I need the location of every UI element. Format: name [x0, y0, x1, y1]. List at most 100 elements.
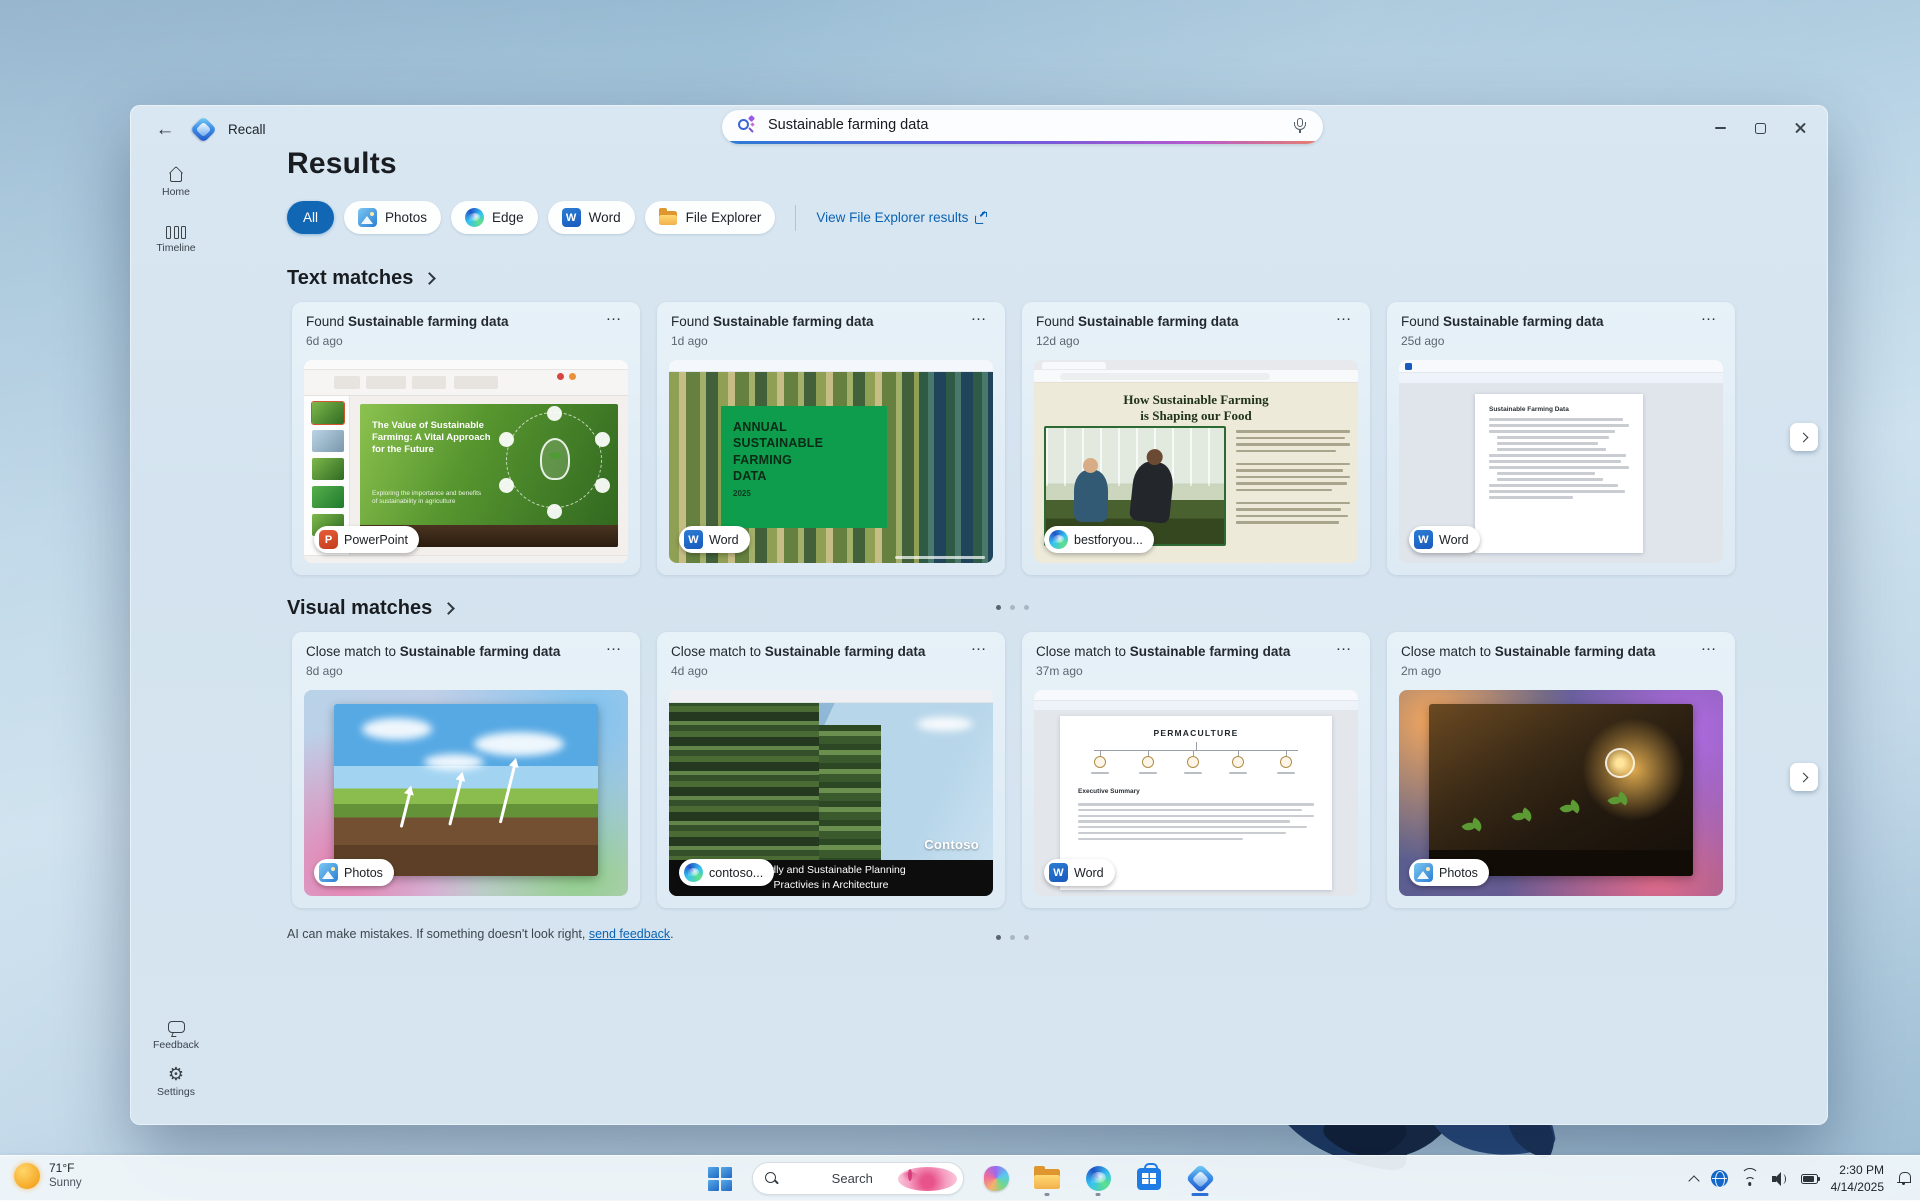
- chevron-right-icon[interactable]: [442, 602, 455, 615]
- sidebar-item-home[interactable]: Home: [148, 167, 204, 198]
- document-subheading: Executive Summary: [1078, 788, 1140, 795]
- card-age: 8d ago: [306, 664, 343, 678]
- caption-line: iendly and Sustainable Planning: [756, 863, 905, 878]
- result-card-powerpoint[interactable]: Found Sustainable farming data … 6d ago …: [292, 302, 640, 575]
- recall-taskbar-button[interactable]: [1181, 1160, 1219, 1198]
- sidebar-feedback-label: Feedback: [148, 1039, 204, 1051]
- result-card-word-permaculture[interactable]: Close match to Sustainable farming data …: [1022, 632, 1370, 908]
- battery-icon[interactable]: [1801, 1174, 1818, 1184]
- badge-label: Word: [1074, 866, 1104, 880]
- badge-label: Photos: [344, 866, 383, 880]
- more-options-button[interactable]: …: [600, 304, 628, 328]
- more-options-button[interactable]: …: [600, 634, 628, 658]
- annual-report-cover: ANNUAL SUSTAINABLE FARMING DATA 2025: [721, 406, 887, 528]
- taskbar: 71°F Sunny Search: [0, 1155, 1920, 1200]
- badge-label: contoso...: [709, 866, 763, 880]
- taskbar-center: Search: [701, 1156, 1219, 1201]
- tray-network-globe-icon[interactable]: [1711, 1170, 1728, 1187]
- result-card-word-doc[interactable]: Found Sustainable farming data … 25d ago…: [1387, 302, 1735, 575]
- sidebar-item-timeline[interactable]: Timeline: [148, 223, 204, 254]
- filter-chip-file-explorer[interactable]: File Explorer: [645, 201, 776, 234]
- minimize-button[interactable]: [1700, 113, 1740, 143]
- more-options-button[interactable]: …: [1330, 634, 1358, 658]
- app-badge: contoso...: [679, 859, 774, 886]
- close-button[interactable]: [1780, 113, 1820, 143]
- view-file-explorer-results-link[interactable]: View File Explorer results: [816, 210, 987, 225]
- send-feedback-link[interactable]: send feedback: [589, 927, 670, 941]
- taskbar-weather-widget[interactable]: 71°F Sunny: [14, 1161, 82, 1190]
- word-document-thumbnail: Sustainable Farming Data W Word: [1399, 360, 1723, 563]
- app-badge: Photos: [314, 859, 394, 886]
- edge-icon: [1086, 1166, 1111, 1191]
- ai-disclaimer: AI can make mistakes. If something doesn…: [287, 927, 674, 941]
- file-explorer-icon: [1034, 1169, 1060, 1189]
- recall-logo-icon: [190, 116, 217, 143]
- diagram-title: PERMACULTURE: [1060, 728, 1332, 738]
- copilot-icon: [984, 1166, 1009, 1191]
- tray-overflow-chevron-icon[interactable]: [1688, 1175, 1699, 1186]
- edge-icon: [465, 208, 484, 227]
- more-options-button[interactable]: …: [1695, 304, 1723, 328]
- word-annual-report-thumbnail: ANNUAL SUSTAINABLE FARMING DATA 2025 W W…: [669, 360, 993, 563]
- sidebar-timeline-label: Timeline: [148, 242, 204, 254]
- result-card-word-annual[interactable]: Found Sustainable farming data … 1d ago …: [657, 302, 1005, 575]
- card-prefix: Close match to: [1401, 644, 1495, 659]
- maximize-icon: [1755, 123, 1766, 134]
- wifi-icon[interactable]: [1741, 1172, 1759, 1186]
- browser-article-thumbnail: How Sustainable Farming is Shaping our F…: [1034, 360, 1358, 563]
- card-prefix: Found: [306, 314, 348, 329]
- chevron-right-icon[interactable]: [423, 272, 436, 285]
- notification-bell-icon[interactable]: [1897, 1172, 1910, 1186]
- scroll-right-button[interactable]: [1790, 423, 1818, 451]
- card-query: Sustainable farming data: [765, 644, 926, 659]
- result-card-photos-seedlings[interactable]: Close match to Sustainable farming data …: [1387, 632, 1735, 908]
- search-input[interactable]: [766, 110, 1266, 140]
- more-options-button[interactable]: …: [1695, 634, 1723, 658]
- word-icon: W: [1414, 530, 1433, 549]
- result-card-contoso[interactable]: Close match to Sustainable farming data …: [657, 632, 1005, 908]
- sidebar-item-settings[interactable]: ⚙ Settings: [148, 1067, 204, 1098]
- card-query: Sustainable farming data: [1078, 314, 1239, 329]
- taskbar-clock[interactable]: 2:30 PM 4/14/2025: [1831, 1162, 1884, 1194]
- taskbar-search-box[interactable]: Search: [752, 1162, 964, 1195]
- more-options-button[interactable]: …: [1330, 304, 1358, 328]
- maximize-button[interactable]: [1740, 113, 1780, 143]
- chip-label: Word: [589, 210, 621, 225]
- more-options-button[interactable]: …: [965, 304, 993, 328]
- filter-chip-all[interactable]: All: [287, 201, 334, 234]
- sidebar-item-feedback[interactable]: Feedback: [148, 1021, 204, 1051]
- minimize-icon: [1715, 127, 1726, 129]
- divider: [795, 205, 796, 231]
- caption-line: Practivies in Architecture: [774, 878, 889, 893]
- microsoft-store-button[interactable]: [1130, 1160, 1168, 1198]
- app-title: Recall: [228, 122, 266, 137]
- filter-chip-word[interactable]: W Word: [548, 201, 635, 234]
- article-title-line: is Shaping our Food: [1140, 408, 1251, 423]
- taskbar-search-label: Search: [832, 1171, 891, 1186]
- carousel-dots[interactable]: [996, 605, 1029, 610]
- result-card-photos-field[interactable]: Close match to Sustainable farming data …: [292, 632, 640, 908]
- copilot-button[interactable]: [977, 1160, 1015, 1198]
- volume-icon[interactable]: [1772, 1172, 1788, 1186]
- photos-app-thumbnail: Photos: [304, 690, 628, 896]
- badge-label: Word: [709, 533, 739, 547]
- scroll-right-button[interactable]: [1790, 763, 1818, 791]
- recall-search-bar[interactable]: [722, 110, 1323, 144]
- filter-chip-edge[interactable]: Edge: [451, 201, 538, 234]
- edge-button[interactable]: [1079, 1160, 1117, 1198]
- start-button[interactable]: [701, 1160, 739, 1198]
- card-age: 25d ago: [1401, 334, 1444, 348]
- file-explorer-button[interactable]: [1028, 1160, 1066, 1198]
- carousel-dots[interactable]: [996, 935, 1029, 940]
- microphone-icon[interactable]: [1293, 118, 1307, 135]
- more-options-button[interactable]: …: [965, 634, 993, 658]
- result-card-edge-article[interactable]: Found Sustainable farming data … 12d ago…: [1022, 302, 1370, 575]
- badge-label: Photos: [1439, 866, 1478, 880]
- running-indicator: [1096, 1193, 1101, 1196]
- filter-chip-photos[interactable]: Photos: [344, 201, 441, 234]
- contoso-logo: Contoso: [924, 837, 979, 852]
- view-link-label: View File Explorer results: [816, 210, 968, 225]
- back-button[interactable]: ←: [148, 115, 182, 145]
- word-icon: W: [1049, 863, 1068, 882]
- recall-icon: [1185, 1164, 1215, 1194]
